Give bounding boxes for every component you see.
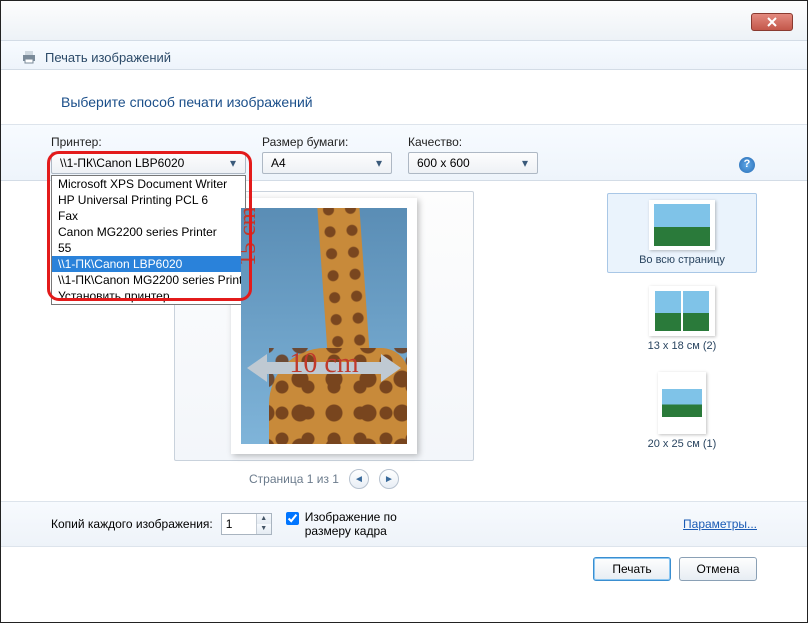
pager-text: Страница 1 из 1 bbox=[249, 472, 339, 486]
printer-combo[interactable]: \\1-ПК\Canon LBP6020 ▾ bbox=[51, 152, 246, 174]
printer-label: Принтер: bbox=[51, 135, 246, 149]
cancel-button[interactable]: Отмена bbox=[679, 557, 757, 581]
section-header: Выберите способ печати изображений bbox=[1, 70, 807, 125]
fit-frame-input[interactable] bbox=[286, 512, 299, 525]
paper-combo[interactable]: A4 ▾ bbox=[262, 152, 392, 174]
chevron-down-icon: ▾ bbox=[371, 156, 387, 170]
dialog-title: Печать изображений bbox=[45, 50, 171, 65]
layout-13x18[interactable]: 13 x 18 см (2) bbox=[607, 279, 757, 359]
options-link[interactable]: Параметры... bbox=[683, 517, 757, 531]
chevron-down-icon: ▾ bbox=[517, 156, 533, 170]
printer-option[interactable]: 55 bbox=[52, 240, 245, 256]
page-heading: Выберите способ печати изображений bbox=[61, 94, 747, 110]
printer-option[interactable]: Microsoft XPS Document Writer bbox=[52, 176, 245, 192]
print-pictures-dialog: Печать изображений Выберите способ печат… bbox=[0, 0, 808, 623]
paper-field: Размер бумаги: A4 ▾ bbox=[262, 135, 392, 174]
printer-icon bbox=[21, 49, 37, 65]
layout-thumb bbox=[649, 286, 715, 336]
quality-value: 600 x 600 bbox=[417, 156, 470, 170]
paper-label: Размер бумаги: bbox=[262, 135, 392, 149]
button-footer: Печать Отмена bbox=[1, 547, 807, 591]
layout-full-page[interactable]: Во всю страницу bbox=[607, 193, 757, 273]
spinner-up[interactable]: ▲ bbox=[257, 514, 271, 524]
printer-value: \\1-ПК\Canon LBP6020 bbox=[60, 156, 184, 170]
printer-option[interactable]: Fax bbox=[52, 208, 245, 224]
fit-frame-label: Изображение по размеру кадра bbox=[305, 510, 425, 538]
quality-combo[interactable]: 600 x 600 ▾ bbox=[408, 152, 538, 174]
chevron-down-icon: ▾ bbox=[225, 156, 241, 170]
close-button[interactable] bbox=[751, 13, 793, 31]
printer-option[interactable]: \\1-ПК\Canon MG2200 series Printer bbox=[52, 272, 245, 288]
header-bar: Печать изображений bbox=[1, 41, 807, 70]
quality-field: Качество: 600 x 600 ▾ bbox=[408, 135, 538, 174]
photo-preview: 15 cm 10 cm bbox=[241, 208, 407, 444]
spinner-down[interactable]: ▼ bbox=[257, 524, 271, 534]
copies-label: Копий каждого изображения: bbox=[51, 517, 213, 531]
quality-label: Качество: bbox=[408, 135, 538, 149]
spinner-buttons: ▲ ▼ bbox=[256, 514, 271, 534]
prev-page-button[interactable]: ◄ bbox=[349, 469, 369, 489]
layout-sidebar: Во всю страницу 13 x 18 см (2) 20 x 25 с… bbox=[607, 191, 757, 501]
printer-option[interactable]: HP Universal Printing PCL 6 bbox=[52, 192, 245, 208]
pager: Страница 1 из 1 ◄ ► bbox=[249, 469, 399, 489]
layout-thumb bbox=[658, 372, 706, 434]
titlebar bbox=[1, 1, 807, 41]
controls-row: Принтер: \\1-ПК\Canon LBP6020 ▾ Microsof… bbox=[1, 125, 807, 181]
help-icon[interactable]: ? bbox=[739, 157, 755, 173]
printer-option[interactable]: Canon MG2200 series Printer bbox=[52, 224, 245, 240]
printer-field: Принтер: \\1-ПК\Canon LBP6020 ▾ Microsof… bbox=[51, 135, 246, 174]
options-footer: Копий каждого изображения: ▲ ▼ Изображен… bbox=[1, 501, 807, 547]
layout-thumb bbox=[649, 200, 715, 250]
horizontal-dimension-label: 10 cm bbox=[241, 348, 407, 380]
page-preview: 15 cm 10 cm bbox=[231, 198, 417, 454]
layout-label: 20 x 25 см (1) bbox=[648, 438, 717, 450]
fit-frame-checkbox[interactable]: Изображение по размеру кадра bbox=[286, 510, 425, 538]
next-page-button[interactable]: ► bbox=[379, 469, 399, 489]
close-icon bbox=[767, 17, 777, 27]
layout-label: 13 x 18 см (2) bbox=[648, 340, 717, 352]
print-button[interactable]: Печать bbox=[593, 557, 671, 581]
layout-20x25[interactable]: 20 x 25 см (1) bbox=[607, 365, 757, 457]
printer-option[interactable]: \\1-ПК\Canon LBP6020 bbox=[52, 256, 245, 272]
layout-label: Во всю страницу bbox=[639, 254, 725, 266]
copies-input[interactable] bbox=[222, 517, 256, 531]
paper-value: A4 bbox=[271, 156, 286, 170]
copies-spinner[interactable]: ▲ ▼ bbox=[221, 513, 272, 535]
printer-option[interactable]: Установить принтер... bbox=[52, 288, 245, 304]
printer-dropdown[interactable]: Microsoft XPS Document WriterHP Universa… bbox=[51, 175, 246, 305]
vertical-dimension-label: 15 cm bbox=[241, 208, 262, 266]
